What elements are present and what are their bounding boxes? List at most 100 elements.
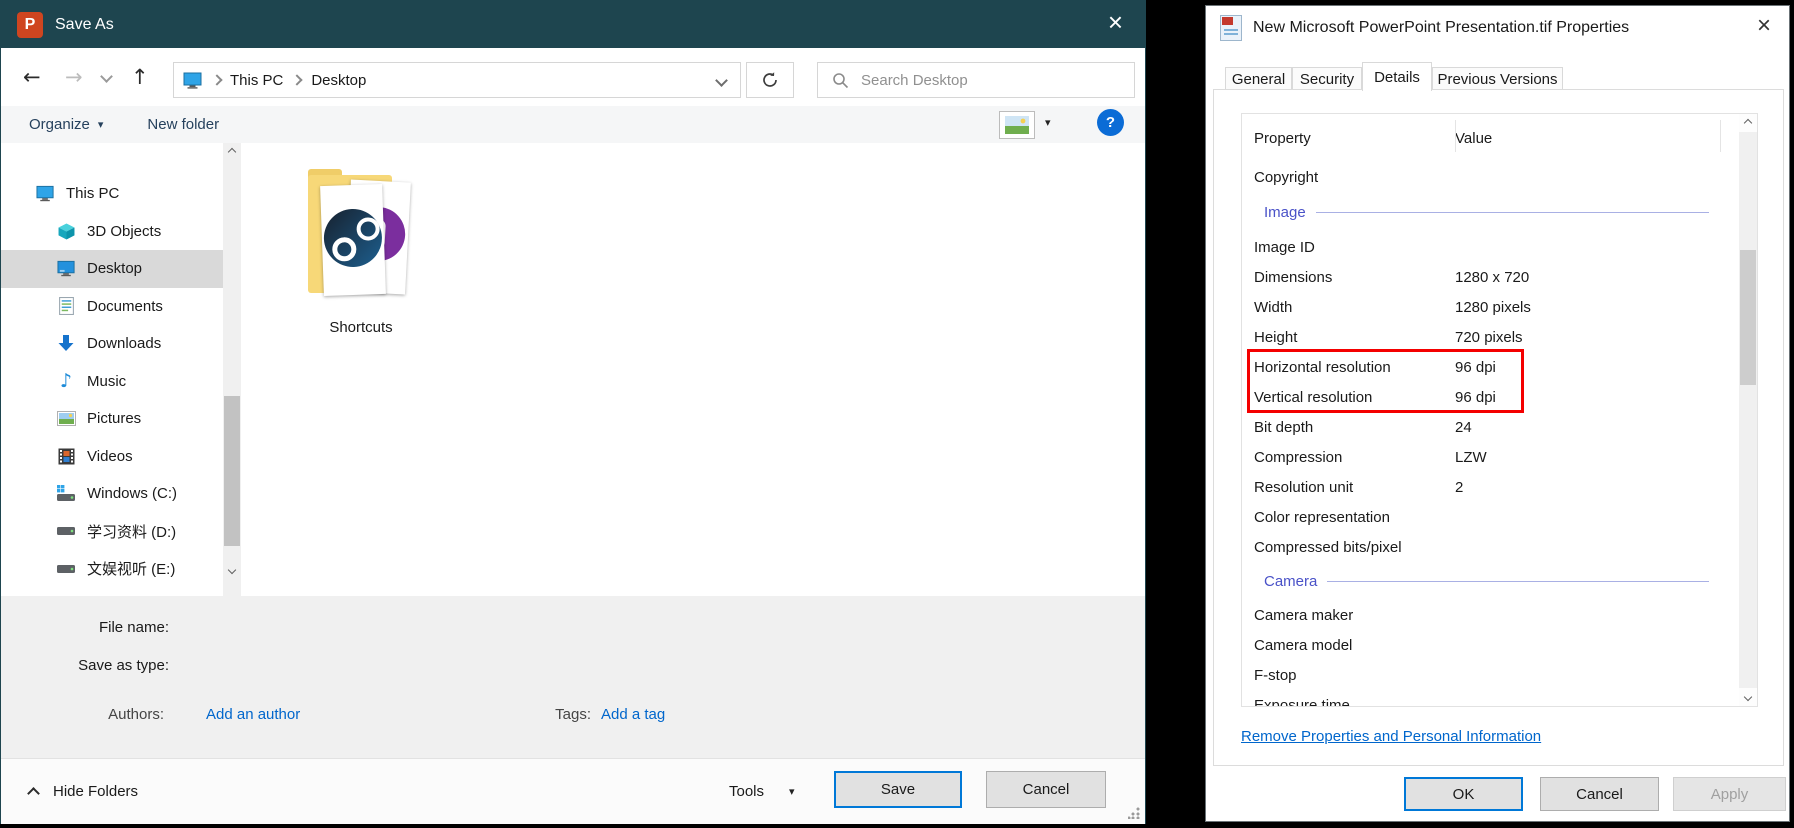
folder-shortcuts[interactable]: Shortcuts [281, 161, 441, 336]
property-row[interactable]: F-stop [1242, 660, 1741, 690]
search-box[interactable]: Search Desktop [817, 62, 1135, 98]
property-row[interactable]: Resolution unit2 [1242, 472, 1741, 502]
sidebar-item-desktop[interactable]: Desktop [1, 250, 223, 288]
view-options-button[interactable] [999, 111, 1035, 139]
property-row[interactable]: Copyright [1242, 162, 1741, 192]
file-browser-body: This PC 3D Objects Desktop [1, 143, 1145, 596]
properties-scrollbar[interactable] [1739, 114, 1757, 706]
authors-label: Authors: [1, 706, 164, 723]
organize-button[interactable]: Organize [29, 116, 90, 133]
save-dialog-titlebar: P Save As × [1, 1, 1145, 48]
hide-folders-chevron-icon [27, 787, 40, 800]
remove-properties-link[interactable]: Remove Properties and Personal Informati… [1241, 728, 1541, 745]
section-header-image: Image [1242, 192, 1741, 232]
property-row[interactable]: Compressed bits/pixel [1242, 532, 1741, 562]
location-monitor-icon [183, 72, 203, 89]
property-column-header[interactable]: Property [1242, 130, 1455, 147]
breadcrumb-separator-icon [211, 74, 222, 85]
back-icon[interactable]: ← [23, 67, 41, 88]
save-as-dialog: P Save As × ← → ↑ This PC Desktop [0, 0, 1146, 824]
sidebar-item-3d-objects[interactable]: 3D Objects [1, 213, 223, 251]
scroll-down-icon[interactable] [1739, 688, 1757, 706]
document-icon [56, 296, 76, 316]
navigation-sidebar: This PC 3D Objects Desktop [1, 143, 223, 596]
view-options-dropdown-icon[interactable]: ▾ [1045, 116, 1051, 129]
scroll-up-icon[interactable] [223, 143, 241, 161]
refresh-icon [761, 71, 779, 89]
sidebar-item-downloads[interactable]: Downloads [1, 325, 223, 363]
value-column-header[interactable]: Value [1455, 130, 1492, 147]
sidebar-scrollbar[interactable] [223, 143, 241, 596]
property-row[interactable]: Camera maker [1242, 600, 1741, 630]
tif-file-icon [1220, 15, 1242, 41]
scroll-down-icon[interactable] [223, 561, 241, 579]
tools-button[interactable]: Tools [729, 783, 764, 800]
breadcrumb-this-pc[interactable]: This PC [230, 72, 283, 89]
file-name-label: File name: [1, 619, 169, 636]
close-icon[interactable]: × [1757, 14, 1771, 38]
refresh-button[interactable] [746, 62, 794, 98]
property-row[interactable]: Camera model [1242, 630, 1741, 660]
sidebar-item-pictures[interactable]: Pictures [1, 400, 223, 438]
hide-folders-button[interactable]: Hide Folders [53, 783, 138, 800]
add-author-link[interactable]: Add an author [206, 706, 300, 723]
tools-dropdown-icon[interactable]: ▾ [789, 785, 795, 798]
property-row[interactable]: CompressionLZW [1242, 442, 1741, 472]
help-icon[interactable]: ? [1097, 109, 1124, 136]
property-row[interactable]: Dimensions1280 x 720 [1242, 262, 1741, 292]
property-row[interactable]: Width1280 pixels [1242, 292, 1741, 322]
tags-label: Tags: [506, 706, 591, 723]
scroll-up-icon[interactable] [1739, 114, 1757, 132]
address-bar[interactable]: This PC Desktop [173, 62, 741, 98]
sidebar-item-this-pc[interactable]: This PC [1, 175, 223, 213]
section-header-camera: Camera [1242, 562, 1741, 600]
save-button[interactable]: Save [834, 771, 962, 808]
forward-icon[interactable]: → [65, 67, 83, 88]
breadcrumb-desktop[interactable]: Desktop [311, 72, 366, 89]
property-row[interactable]: Color representation [1242, 502, 1741, 532]
apply-button[interactable]: Apply [1673, 777, 1786, 811]
sidebar-item-drive-d[interactable]: 学习资料 (D:) [1, 513, 223, 551]
sidebar-item-drive-e[interactable]: 文娱视听 (E:) [1, 550, 223, 588]
sidebar-item-videos[interactable]: Videos [1, 438, 223, 476]
save-fields-panel: File name: New Microsoft PowerPoint Pres… [1, 596, 1145, 758]
sidebar-item-windows-c[interactable]: Windows (C:) [1, 475, 223, 513]
address-dropdown-chevron-icon[interactable] [715, 74, 728, 87]
property-row[interactable]: Bit depth24 [1242, 412, 1741, 442]
up-icon[interactable]: ↑ [131, 67, 149, 88]
cancel-button[interactable]: Cancel [1540, 777, 1659, 811]
properties-list-header: Property Value [1242, 114, 1741, 162]
scrollbar-thumb[interactable] [224, 396, 240, 546]
sidebar-item-music[interactable]: ♪ Music [1, 363, 223, 401]
tab-details[interactable]: Details [1362, 62, 1432, 91]
add-tag-link[interactable]: Add a tag [601, 706, 665, 723]
tab-security[interactable]: Security [1292, 67, 1362, 90]
tab-previous-versions[interactable]: Previous Versions [1432, 67, 1563, 90]
save-dialog-title: Save As [55, 16, 114, 34]
scrollbar-thumb[interactable] [1740, 250, 1756, 385]
search-icon [832, 72, 849, 89]
properties-title: New Microsoft PowerPoint Presentation.ti… [1253, 19, 1629, 37]
close-icon[interactable]: × [1108, 9, 1123, 35]
cancel-button[interactable]: Cancel [986, 771, 1106, 808]
drive-icon [56, 521, 76, 541]
property-row[interactable]: Image ID [1242, 232, 1741, 262]
search-placeholder: Search Desktop [861, 72, 968, 89]
property-row[interactable]: Height720 pixels [1242, 322, 1741, 352]
navigation-bar: ← → ↑ This PC Desktop [1, 48, 1145, 107]
organize-dropdown-icon[interactable]: ▾ [98, 118, 104, 131]
resize-grip[interactable] [1128, 807, 1140, 819]
screenshot-root: P Save As × ← → ↑ This PC Desktop [0, 0, 1794, 828]
monitor-icon [35, 184, 55, 204]
monitor-icon [56, 259, 76, 279]
recent-locations-chevron-icon[interactable] [100, 70, 113, 83]
property-row[interactable]: Exposure time [1242, 690, 1741, 707]
new-folder-button[interactable]: New folder [147, 116, 219, 133]
powerpoint-icon: P [17, 12, 43, 38]
ok-button[interactable]: OK [1404, 777, 1523, 811]
sidebar-item-documents[interactable]: Documents [1, 288, 223, 326]
tab-general[interactable]: General [1225, 67, 1292, 90]
save-as-type-label: Save as type: [1, 657, 169, 674]
picture-icon [56, 409, 76, 429]
down-arrow-icon [56, 334, 76, 354]
